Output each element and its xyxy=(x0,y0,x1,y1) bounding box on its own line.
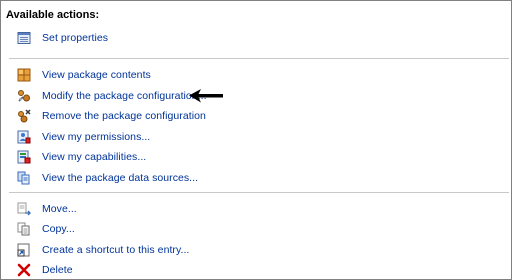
remove-package-configuration-action[interactable]: Remove the package configuration xyxy=(17,108,206,124)
modify-configuration-icon xyxy=(17,89,31,103)
action-label: View package contents xyxy=(42,69,151,81)
package-contents-icon xyxy=(17,68,31,82)
shortcut-icon xyxy=(17,243,31,257)
action-label: View the package data sources... xyxy=(42,172,199,184)
remove-configuration-icon xyxy=(17,109,31,123)
permissions-icon xyxy=(17,130,31,144)
view-my-permissions-action[interactable]: View my permissions... xyxy=(17,129,150,145)
action-label: View my capabilities... xyxy=(42,151,147,163)
capabilities-icon xyxy=(17,150,31,164)
action-label: Remove the package configuration xyxy=(42,110,206,122)
callout-arrow-icon xyxy=(189,89,223,103)
action-label: Move... xyxy=(42,203,77,215)
panel-heading: Available actions: xyxy=(6,9,100,21)
action-label: Copy... xyxy=(42,223,75,235)
move-action[interactable]: Move... xyxy=(17,201,77,217)
action-label: Modify the package configuration... xyxy=(42,90,207,102)
modify-package-configuration-action[interactable]: Modify the package configuration... xyxy=(17,88,207,104)
move-icon xyxy=(17,202,31,216)
action-label: Delete xyxy=(42,264,73,276)
delete-icon xyxy=(17,263,31,277)
view-my-capabilities-action[interactable]: View my capabilities... xyxy=(17,149,146,165)
copy-icon xyxy=(17,222,31,236)
create-shortcut-action[interactable]: Create a shortcut to this entry... xyxy=(17,242,189,258)
view-package-data-sources-action[interactable]: View the package data sources... xyxy=(17,170,198,186)
data-sources-icon xyxy=(17,171,31,185)
divider xyxy=(9,192,509,193)
properties-icon xyxy=(17,31,31,45)
action-label: View my permissions... xyxy=(42,131,151,143)
set-properties-action[interactable]: Set properties xyxy=(17,30,108,46)
copy-action[interactable]: Copy... xyxy=(17,221,75,237)
available-actions-panel: Available actions: Set properties View p… xyxy=(0,0,512,280)
action-label: Create a shortcut to this entry... xyxy=(42,244,190,256)
action-label: Set properties xyxy=(42,32,109,44)
view-package-contents-action[interactable]: View package contents xyxy=(17,67,151,83)
delete-action[interactable]: Delete xyxy=(17,262,73,278)
divider xyxy=(9,58,509,59)
